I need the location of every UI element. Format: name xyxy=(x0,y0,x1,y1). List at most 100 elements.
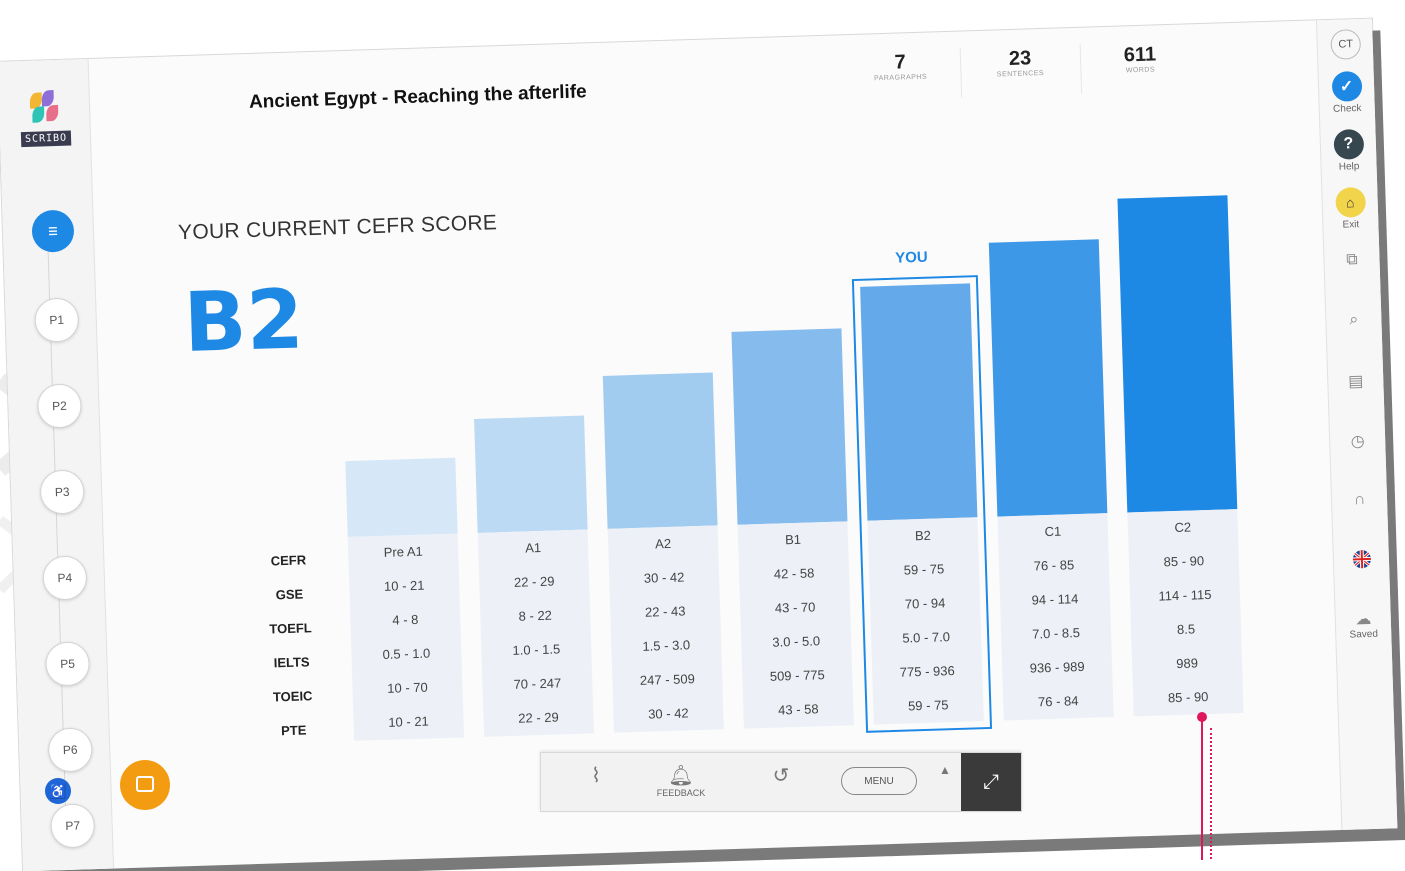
paragraph-node-p6[interactable]: P6 xyxy=(47,727,93,773)
score-cell-ielts: 0.5 - 1.0 xyxy=(382,645,431,662)
paragraph-node-p7[interactable]: P7 xyxy=(49,803,96,849)
history-icon[interactable]: ◷ xyxy=(1330,430,1386,452)
bottom-toolbar: ⌇ 🔔︎ FEEDBACK ↺ MENU ▲ ⤢ xyxy=(540,752,1022,812)
score-cell-toeic: 247 - 509 xyxy=(639,671,696,688)
score-cells: C2 85 - 90 114 - 115 8.5 989 85 - 90 xyxy=(1127,509,1244,717)
paragraph-node-p1[interactable]: P1 xyxy=(34,297,80,343)
score-cell-gse: 85 - 90 xyxy=(1163,553,1205,570)
home-icon: ⌂ xyxy=(1334,186,1366,218)
score-cells: A1 22 - 29 8 - 22 1.0 - 1.5 70 - 247 22 - 29 xyxy=(477,529,595,737)
comment-button[interactable] xyxy=(120,760,170,810)
exit-label: Exit xyxy=(1342,219,1360,231)
score-cell-toefl: 22 - 43 xyxy=(644,603,686,620)
score-cells: Pre A1 10 - 21 4 - 8 0.5 - 1.0 10 - 70 10 - 2… xyxy=(347,533,465,741)
exit-button[interactable]: ⌂ Exit xyxy=(1322,186,1378,232)
history-button[interactable]: ↺ xyxy=(761,753,801,811)
expand-button[interactable]: ⤢ xyxy=(961,753,1021,811)
score-bar xyxy=(988,239,1108,517)
row-label-toeic: TOEIC xyxy=(272,688,313,705)
paragraph-node-p3[interactable]: P3 xyxy=(39,469,85,515)
document-title: Ancient Egypt - Reaching the afterlife xyxy=(248,81,588,113)
score-cell-gse: 22 - 29 xyxy=(513,573,555,590)
score-cell-cefr: Pre A1 xyxy=(383,543,423,560)
score-cell-toeic: 70 - 247 xyxy=(513,675,562,692)
paperclip-icon: ⌇ xyxy=(591,765,601,787)
cloud-icon: ☁ xyxy=(1355,610,1372,629)
score-cell-pte: 22 - 29 xyxy=(518,709,559,726)
document-icon[interactable]: ▤ xyxy=(1328,370,1384,392)
stat-divider xyxy=(1079,43,1083,94)
attach-button[interactable]: ⌇ xyxy=(576,753,616,811)
logo-mark-icon xyxy=(28,90,63,125)
paragraph-node-p4[interactable]: P4 xyxy=(42,555,88,601)
score-cell-gse: 30 - 42 xyxy=(643,569,685,586)
score-cell-pte: 43 - 58 xyxy=(777,701,819,718)
feedback-button[interactable]: 🔔︎ FEEDBACK xyxy=(646,753,716,811)
score-cell-ielts: 8.5 xyxy=(1176,621,1196,638)
stat-paragraphs: 7 PARAGRAPHS xyxy=(850,50,951,83)
bell-icon: 🔔︎ xyxy=(668,765,694,787)
scribo-logo: SCRIBO xyxy=(17,89,75,148)
right-toolbar: CT ✓ Check ? Help ⌂ Exit ⧉ ⌕ ▤ ◷ ∩ ☁ Sav… xyxy=(1315,18,1398,830)
logo-text: SCRIBO xyxy=(20,130,72,148)
score-cell-toefl: 4 - 8 xyxy=(392,611,419,628)
pin-marker xyxy=(1197,712,1207,722)
accessibility-icon[interactable]: ♿ xyxy=(45,778,71,804)
menu-button[interactable]: MENU xyxy=(841,767,917,795)
check-button[interactable]: ✓ Check xyxy=(1319,70,1375,116)
search-icon[interactable]: ⌕ xyxy=(1326,310,1382,330)
caret-up-icon: ▲ xyxy=(939,763,951,777)
list-icon xyxy=(48,227,58,236)
score-cell-cefr: C2 xyxy=(1174,519,1192,536)
row-label-gse: GSE xyxy=(275,586,304,603)
stat-divider xyxy=(959,47,963,98)
section-title: YOUR CURRENT CEFR SCORE xyxy=(177,211,498,245)
overview-button[interactable] xyxy=(31,209,75,253)
help-icon: ? xyxy=(1332,128,1364,160)
paragraph-node-p5[interactable]: P5 xyxy=(44,641,91,687)
you-label: YOU xyxy=(894,248,928,267)
score-cells: B1 42 - 58 43 - 70 3.0 - 5.0 509 - 775 43 - 5… xyxy=(737,521,854,729)
score-cell-toeic: 509 - 775 xyxy=(769,667,825,684)
help-button[interactable]: ? Help xyxy=(1320,128,1376,174)
score-cell-pte: 76 - 84 xyxy=(1037,693,1079,710)
score-cells: A2 30 - 42 22 - 43 1.5 - 3.0 247 - 509 30 - 4… xyxy=(607,525,724,733)
score-bar xyxy=(602,372,718,529)
score-cell-pte: 10 - 21 xyxy=(388,713,430,730)
row-label-pte: PTE xyxy=(280,722,307,739)
row-labels: CEFR GSE TOEFL IELTS TOEIC PTE xyxy=(258,552,324,758)
pin-dotted-line xyxy=(1210,728,1212,859)
saved-status: ☁ Saved xyxy=(1335,608,1391,641)
help-label: Help xyxy=(1338,161,1360,173)
score-cell-ielts: 3.0 - 5.0 xyxy=(772,633,821,650)
score-cell-pte: 30 - 42 xyxy=(647,705,689,722)
user-avatar[interactable]: CT xyxy=(1330,28,1362,60)
app-window: SCRIBO P1 P2 P3 P4 P5 P6 P7 Ancient Egyp… xyxy=(0,18,1398,871)
pin-line xyxy=(1201,720,1203,860)
score-cells: C1 76 - 85 94 - 114 7.0 - 8.5 936 - 989 76 - … xyxy=(997,513,1114,721)
score-cell-gse: 76 - 85 xyxy=(1033,557,1075,574)
saved-label: Saved xyxy=(1349,628,1379,641)
score-cell-toefl: 8 - 22 xyxy=(518,607,553,624)
uk-flag-icon[interactable] xyxy=(1334,548,1390,573)
row-label-cefr: CEFR xyxy=(270,552,307,569)
score-cell-gse: 42 - 58 xyxy=(773,565,815,582)
score-cell-ielts: 7.0 - 8.5 xyxy=(1032,625,1081,642)
copy-icon[interactable]: ⧉ xyxy=(1324,250,1380,270)
headphones-icon[interactable]: ∩ xyxy=(1332,490,1388,510)
score-cell-gse: 10 - 21 xyxy=(383,577,425,594)
check-label: Check xyxy=(1332,102,1362,115)
scroll-up-button[interactable]: ▲ xyxy=(933,753,957,811)
score-cell-toefl: 114 - 115 xyxy=(1158,586,1212,604)
stat-sentences: 23 SENTENCES xyxy=(970,46,1071,79)
score-bar xyxy=(731,328,848,525)
score-bar xyxy=(345,457,458,538)
score-cell-ielts: 1.5 - 3.0 xyxy=(642,637,691,654)
score-cell-ielts: 1.0 - 1.5 xyxy=(512,641,561,658)
cefr-level: B2 xyxy=(182,272,305,372)
score-bar xyxy=(1117,195,1238,513)
current-level-highlight xyxy=(851,275,993,733)
score-cell-toeic: 10 - 70 xyxy=(387,679,428,696)
expand-icon: ⤢ xyxy=(983,770,999,793)
paragraph-node-p2[interactable]: P2 xyxy=(36,383,83,429)
